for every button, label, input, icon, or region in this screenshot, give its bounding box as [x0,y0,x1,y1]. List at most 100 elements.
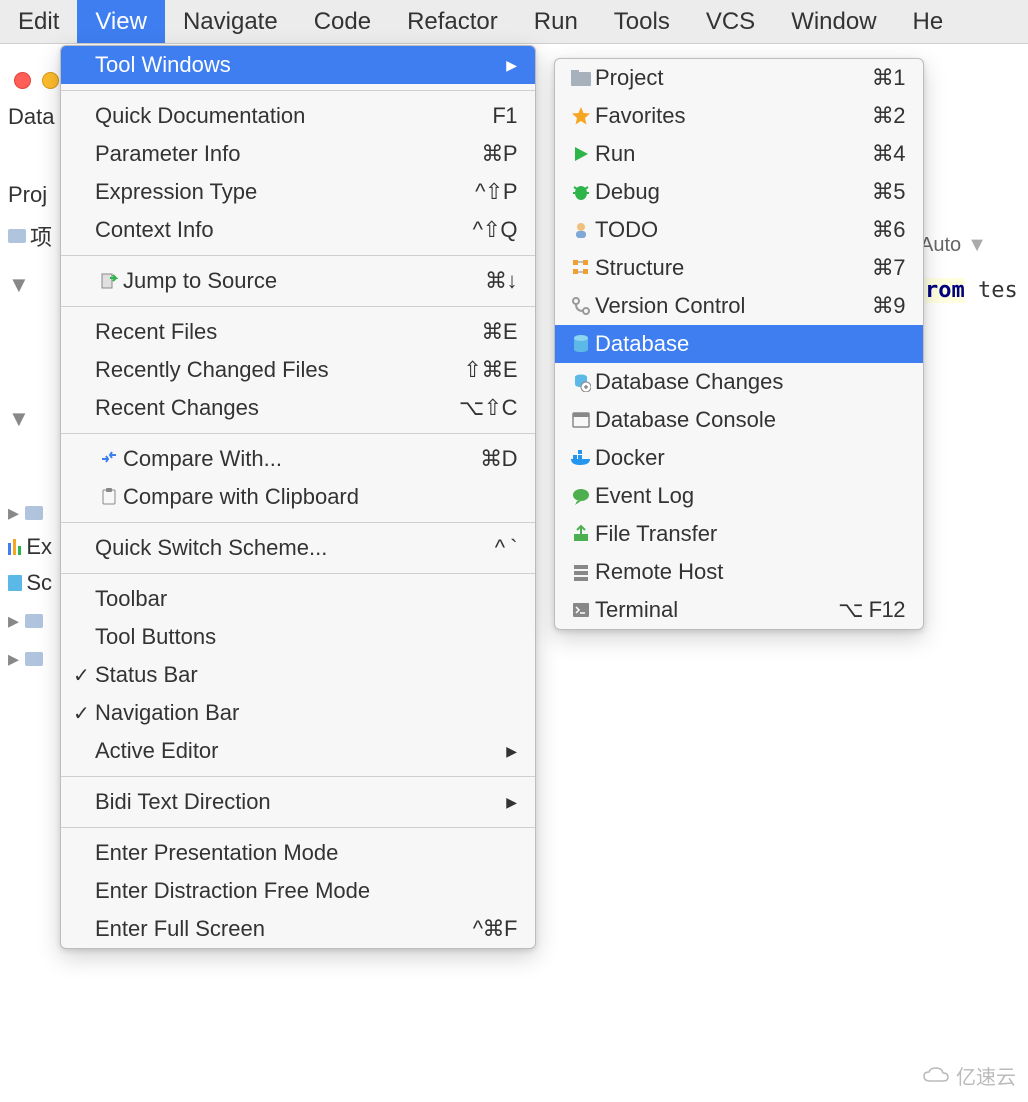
submenu-item-remote-host[interactable]: Remote Host [555,553,923,591]
menu-item-expression-type[interactable]: Expression Type^⇧P [61,173,535,211]
submenu-item-run[interactable]: Run⌘4 [555,135,923,173]
strip-sc: Sc [0,566,60,600]
menu-item-compare-with-clipboard[interactable]: Compare with Clipboard [61,478,535,516]
clipboard-compare-icon [95,488,123,506]
menubar: Edit View Navigate Code Refactor Run Too… [0,0,1028,44]
folder-icon [25,652,43,666]
close-window-button[interactable] [14,72,31,89]
menu-separator [61,522,535,523]
submenu-item-debug[interactable]: Debug⌘5 [555,173,923,211]
tree-chevron-2[interactable]: ▼ [0,402,60,436]
menu-item-parameter-info[interactable]: Parameter Info⌘P [61,135,535,173]
auto-dropdown[interactable]: Auto▼ [920,234,987,257]
menu-item-context-info[interactable]: Context Info^⇧Q [61,211,535,249]
submenu-arrow-icon: ▶ [506,57,517,74]
folder-icon [25,614,43,628]
menu-code[interactable]: Code [296,0,389,43]
menu-navigate[interactable]: Navigate [165,0,296,43]
menu-item-bidi-text-direction[interactable]: Bidi Text Direction▶ [61,783,535,821]
menu-tools[interactable]: Tools [596,0,688,43]
cloud-icon [922,1066,950,1086]
todo-icon [567,220,595,240]
strip-item-cn: 项 [0,216,60,256]
submenu-item-favorites[interactable]: Favorites⌘2 [555,97,923,135]
minimize-window-button[interactable] [42,72,59,89]
submenu-item-database-changes[interactable]: Database Changes [555,363,923,401]
submenu-item-structure[interactable]: Structure⌘7 [555,249,923,287]
compare-icon [95,450,123,468]
strip-folder-1: ▸ [0,604,60,638]
menu-separator [61,433,535,434]
menu-separator [61,776,535,777]
submenu-arrow-icon: ▶ [506,794,517,811]
terminal-icon [567,601,595,619]
menu-item-quick-switch-scheme[interactable]: Quick Switch Scheme...^ ` [61,529,535,567]
menu-item-tool-windows[interactable]: Tool Windows ▶ [61,46,535,84]
menu-help[interactable]: He [895,0,962,43]
menu-vcs[interactable]: VCS [688,0,773,43]
structure-icon [567,259,595,277]
folder-icon [25,506,43,520]
menu-edit[interactable]: Edit [0,0,77,43]
project-icon [567,70,595,86]
jump-icon [95,272,123,290]
console-icon [567,411,595,429]
strip-folder-2: ▸ [0,642,60,676]
submenu-item-terminal[interactable]: Terminal⌥ F12 [555,591,923,629]
menu-window[interactable]: Window [773,0,894,43]
menu-separator [61,255,535,256]
menu-item-recent-changes[interactable]: Recent Changes⌥⇧C [61,389,535,427]
menu-item-compare-with[interactable]: Compare With...⌘D [61,440,535,478]
menu-separator [61,306,535,307]
menu-refactor[interactable]: Refactor [389,0,516,43]
db-changes-icon [567,372,595,392]
menu-separator [61,573,535,574]
submenu-item-version-control[interactable]: Version Control⌘9 [555,287,923,325]
menu-item-quick-documentation[interactable]: Quick DocumentationF1 [61,97,535,135]
submenu-item-todo[interactable]: TODO⌘6 [555,211,923,249]
bars-icon [8,539,22,555]
bug-icon [567,183,595,201]
menu-item-toolbar[interactable]: Toolbar [61,580,535,618]
submenu-item-project[interactable]: Project⌘1 [555,59,923,97]
menu-item-jump-to-source[interactable]: Jump to Source⌘↓ [61,262,535,300]
event-log-icon [567,487,595,505]
vcs-icon [567,296,595,316]
submenu-item-event-log[interactable]: Event Log [555,477,923,515]
menu-run[interactable]: Run [516,0,596,43]
submenu-item-file-transfer[interactable]: File Transfer [555,515,923,553]
submenu-arrow-icon: ▶ [506,743,517,760]
menu-separator [61,827,535,828]
play-icon [567,145,595,163]
strip-ex2: Ex [0,530,60,564]
doc-icon [8,575,22,591]
menu-item-enter-presentation-mode[interactable]: Enter Presentation Mode [61,834,535,872]
submenu-item-database[interactable]: Database [555,325,923,363]
menu-item-navigation-bar[interactable]: ✓Navigation Bar [61,694,535,732]
strip-ex: ▸ [0,496,60,530]
tree-chevron[interactable]: ▼ [0,268,60,302]
menu-item-enter-distraction-free-mode[interactable]: Enter Distraction Free Mode [61,872,535,910]
strip-project: Proj [0,178,60,212]
menu-item-enter-full-screen[interactable]: Enter Full Screen^⌘F [61,910,535,948]
watermark: 亿速云 [922,1061,1016,1090]
menu-item-tool-buttons[interactable]: Tool Buttons [61,618,535,656]
submenu-item-database-console[interactable]: Database Console [555,401,923,439]
menu-view[interactable]: View [77,0,165,43]
remote-icon [567,562,595,582]
transfer-icon [567,524,595,544]
docker-icon [567,449,595,467]
submenu-item-docker[interactable]: Docker [555,439,923,477]
menu-item-active-editor[interactable]: Active Editor▶ [61,732,535,770]
star-icon [567,106,595,126]
menu-item-status-bar[interactable]: ✓Status Bar [61,656,535,694]
editor-code: rom tes [925,278,1018,303]
checkmark-icon: ✓ [73,701,95,726]
menu-item-recently-changed-files[interactable]: Recently Changed Files⇧⌘E [61,351,535,389]
left-strip: Data Proj 项 ▼ ▼ ▸ Ex Sc ▸ ▸ [0,88,60,676]
tool-windows-submenu: Project⌘1 Favorites⌘2 Run⌘4 Debug⌘5 TODO… [554,58,924,630]
strip-data: Data [0,100,60,134]
menu-item-recent-files[interactable]: Recent Files⌘E [61,313,535,351]
menu-separator [61,90,535,91]
checkmark-icon: ✓ [73,663,95,688]
